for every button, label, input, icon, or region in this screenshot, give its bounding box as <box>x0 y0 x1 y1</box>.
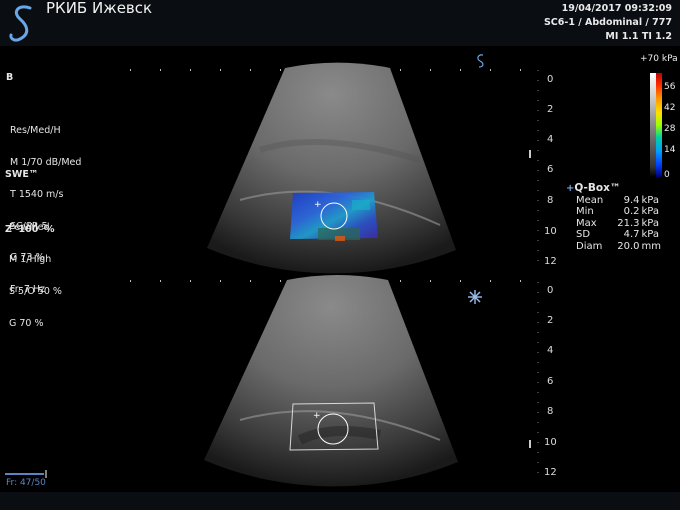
qbox-value: 20.0 <box>617 240 640 252</box>
depth-tick: 10 <box>544 437 557 448</box>
qbox-row: Mean 9.4 kPa <box>576 195 661 207</box>
qbox-label: Diam <box>576 240 603 252</box>
qbox-unit: kPa <box>641 194 660 206</box>
qbox-value: 9.4 <box>623 194 640 206</box>
qbox-panel: +Q-Box™ Mean 9.4 kPa Min 0.2 kPa Max 21.3 kPa … <box>566 182 661 253</box>
qbox-row: Diam 20.0 mm <box>576 241 661 253</box>
svg-text:+: + <box>313 411 321 421</box>
depth-tick: 0 <box>547 74 554 85</box>
depth-tick: 10 <box>544 226 557 237</box>
qbox-value: 4.7 <box>623 229 640 240</box>
ultrasound-views: + + <box>5 54 539 487</box>
qbox-row: Min 0.2 kPa <box>576 206 661 218</box>
depth-tick: 8 <box>547 406 554 417</box>
qbox-label: SD <box>576 229 591 240</box>
top-sector <box>207 62 456 274</box>
depth-tick: 6 <box>547 164 554 175</box>
qbox-label: Max <box>576 217 597 229</box>
cursor-plus-icon: + <box>314 200 322 210</box>
qbox-unit: mm <box>641 240 661 252</box>
elasticity-colorbar <box>656 73 662 177</box>
qbox-label: Min <box>576 206 594 217</box>
frame-counter[interactable]: Fr: 47/50 <box>6 478 46 488</box>
qbox-unit: kPa <box>641 229 660 240</box>
depth-tick: 0 <box>547 285 554 296</box>
depth-tick: 2 <box>547 104 554 115</box>
depth-tick: 12 <box>544 256 557 267</box>
depth-tick: 12 <box>544 467 557 478</box>
qbox-row: Max 21.3 kPa <box>576 218 661 230</box>
depth-tick: 2 <box>547 315 554 326</box>
colorbar-label: 0 <box>664 170 670 180</box>
bottom-sector <box>204 275 458 487</box>
qbox-label: Mean <box>576 194 604 206</box>
depth-tick: 6 <box>547 376 554 387</box>
colorbar-label: 14 <box>664 145 676 155</box>
colorbar-max-label: +70 kPa <box>640 54 678 64</box>
colorbar-label: 56 <box>664 82 676 92</box>
probe-orientation-icon <box>477 54 484 68</box>
qbox-unit: kPa <box>641 217 660 229</box>
colorbar-label: 42 <box>664 103 676 113</box>
freeze-snowflake-icon <box>468 290 482 304</box>
depth-tick: 4 <box>547 134 554 145</box>
depth-tick: 4 <box>547 345 554 356</box>
depth-tick: 8 <box>547 195 554 206</box>
qbox-value: 21.3 <box>617 217 640 229</box>
qbox-title: Q-Box™ <box>574 182 621 194</box>
qbox-unit: kPa <box>641 206 660 217</box>
bottom-bar <box>0 492 680 510</box>
qbox-row: SD 4.7 kPa <box>576 229 661 241</box>
qbox-value: 0.2 <box>623 206 640 217</box>
colorbar-label: 28 <box>664 124 676 134</box>
qbox-stats: Mean 9.4 kPa Min 0.2 kPa Max 21.3 kPa SD 4.7 kPa… <box>576 195 661 253</box>
